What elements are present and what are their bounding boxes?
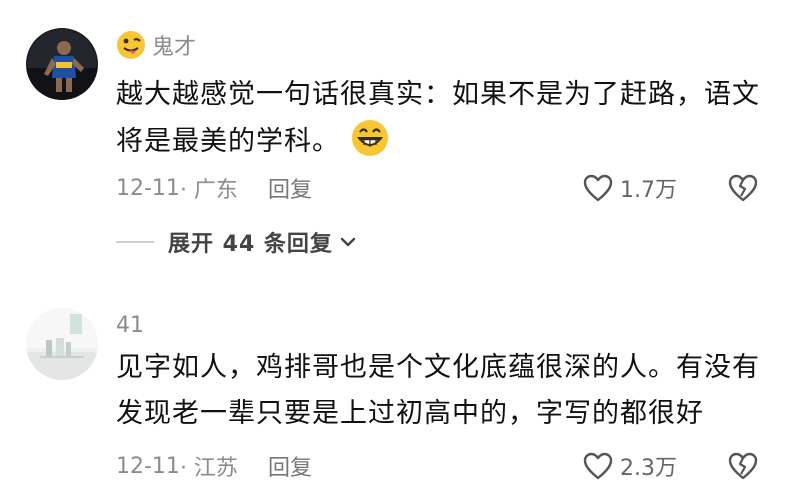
broken-heart-icon[interactable] — [726, 450, 760, 482]
user-avatar[interactable] — [26, 308, 98, 380]
comment-item: 鬼才 越大越感觉一句话很真实：如果不是为了赶路，语文将是最美的学科。 12-11… — [0, 0, 800, 290]
grinning-emoji-icon — [352, 120, 388, 156]
heart-outline-icon — [583, 174, 613, 202]
comment-location: · 江苏 — [179, 456, 238, 481]
expand-replies-label: 展开 44 条回复 — [168, 232, 333, 257]
reply-button[interactable]: 回复 — [268, 450, 312, 482]
comment-item: 41 见字如人，鸡排哥也是个文化底蕴很深的人。有没有发现老一辈只要是上过初高中的… — [0, 290, 800, 490]
like-count: 2.3万 — [620, 456, 677, 481]
username[interactable]: 鬼才 — [116, 30, 196, 60]
user-avatar[interactable] — [26, 28, 98, 100]
divider — [116, 241, 154, 243]
reply-button[interactable]: 回复 — [268, 172, 312, 204]
like-button[interactable]: 2.3万 — [582, 450, 677, 482]
comment-meta: 12-11 · 江苏 回复 — [116, 450, 312, 482]
chevron-down-icon — [340, 237, 356, 247]
username-text: 41 — [116, 312, 144, 338]
comment-date: 12-11 — [116, 175, 180, 201]
expand-replies-button[interactable]: 展开 44 条回复 — [116, 226, 357, 258]
heart-outline-icon — [583, 452, 613, 480]
comment-meta: 12-11 · 广东 回复 — [116, 172, 312, 204]
username[interactable]: 41 — [116, 310, 144, 340]
comment-text: 见字如人，鸡排哥也是个文化底蕴很深的人。有没有发现老一辈只要是上过初高中的，字写… — [116, 352, 760, 429]
tongue-out-emoji-icon — [117, 31, 145, 59]
comment-date: 12-11 — [116, 453, 180, 479]
like-button[interactable]: 1.7万 — [582, 172, 677, 204]
broken-heart-icon[interactable] — [726, 172, 760, 204]
username-text: 鬼才 — [152, 35, 197, 60]
comment-text: 越大越感觉一句话很真实：如果不是为了赶路，语文将是最美的学科。 — [116, 79, 760, 157]
like-count: 1.7万 — [620, 178, 677, 203]
comment-location: · 广东 — [179, 178, 238, 203]
